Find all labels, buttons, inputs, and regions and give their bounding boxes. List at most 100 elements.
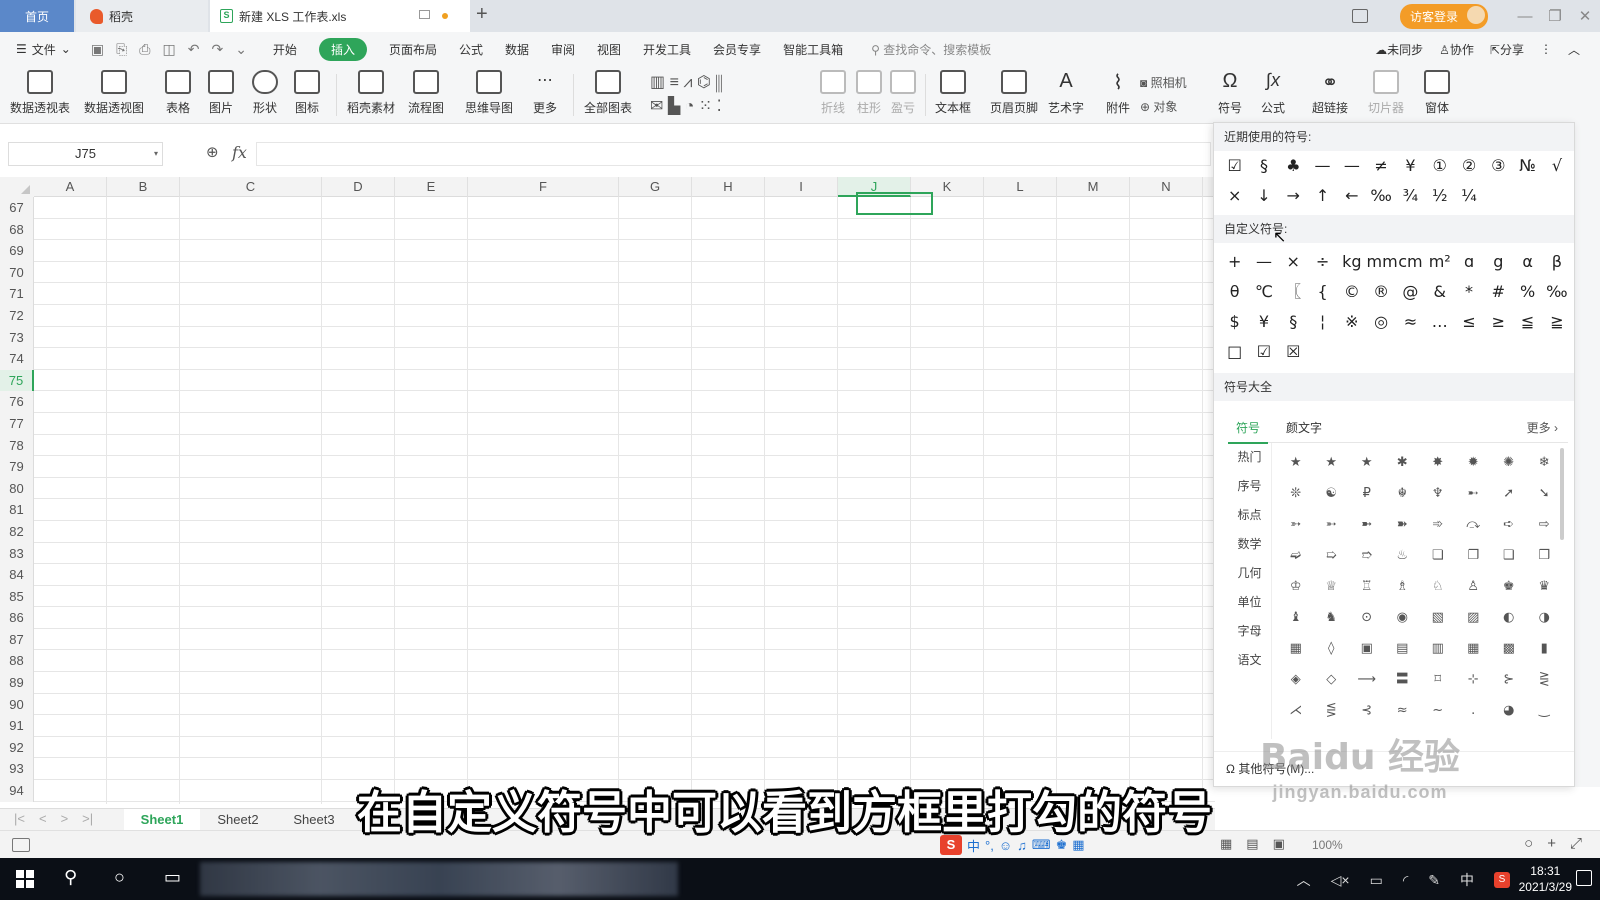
recent-symbol[interactable]: ① <box>1425 151 1454 181</box>
library-symbol[interactable]: ♕ <box>1314 571 1350 602</box>
library-symbol[interactable]: ☬ <box>1385 478 1421 509</box>
camera-button[interactable]: ◙ 照相机 <box>1140 76 1187 90</box>
library-symbol[interactable]: ➪ <box>1491 509 1527 540</box>
library-symbol[interactable]: ♝ <box>1278 602 1314 633</box>
sparkline-line-button[interactable]: 折线 <box>820 70 846 116</box>
menu-data[interactable]: 数据 <box>505 41 529 58</box>
formula-button[interactable]: ∫x 公式 <box>1260 70 1286 116</box>
library-symbol[interactable]: ♚ <box>1491 571 1527 602</box>
library-symbol[interactable]: ➱ <box>1349 540 1385 571</box>
custom-symbol[interactable]: ◎ <box>1366 307 1395 337</box>
row-header[interactable]: 84 <box>0 564 34 586</box>
custom-symbol[interactable]: ≤ <box>1454 307 1483 337</box>
hyperlink-button[interactable]: ⚭ 超链接 <box>1312 70 1348 116</box>
library-symbol[interactable]: ✱ <box>1385 447 1421 478</box>
task-view-icon[interactable]: ▭ <box>164 867 181 888</box>
visitor-login-button[interactable]: 访客登录 <box>1399 3 1488 29</box>
share-button[interactable]: ⇱分享 <box>1490 41 1524 58</box>
symbol-button[interactable]: Ω 符号 <box>1217 70 1243 116</box>
tab-document[interactable]: S 新建 XLS 工作表.xls <box>210 0 470 32</box>
symbol-category[interactable]: 标点 <box>1228 501 1271 530</box>
custom-symbol[interactable]: ¦ <box>1308 307 1337 337</box>
library-symbol[interactable]: ♞ <box>1314 602 1350 633</box>
custom-symbol[interactable]: © <box>1337 277 1366 307</box>
library-symbol[interactable]: ★ <box>1314 447 1350 478</box>
custom-symbol[interactable]: m² <box>1425 247 1454 277</box>
library-symbol[interactable]: ▮ <box>1527 633 1563 664</box>
recent-symbol[interactable]: ← <box>1337 181 1366 211</box>
formula-input[interactable] <box>256 142 1211 166</box>
custom-symbol[interactable]: { <box>1308 277 1337 307</box>
row-header[interactable]: 68 <box>0 218 34 241</box>
custom-symbol[interactable]: ☑ <box>1249 337 1278 367</box>
custom-symbol[interactable]: ≈ <box>1396 307 1425 337</box>
library-symbol[interactable]: . <box>1456 695 1492 726</box>
library-symbol[interactable]: ▤ <box>1385 633 1421 664</box>
row-header[interactable]: 71 <box>0 283 34 305</box>
sogou-tray-icon[interactable]: S <box>1494 872 1510 888</box>
recent-symbol[interactable]: — <box>1308 151 1337 181</box>
symbol-category[interactable]: 热门 <box>1228 443 1271 472</box>
library-symbol[interactable]: ⇨ <box>1527 509 1563 540</box>
custom-symbol[interactable]: ※ <box>1337 307 1366 337</box>
library-symbol[interactable]: ~ <box>1420 695 1456 726</box>
shape-button[interactable]: 形状 <box>252 70 278 116</box>
custom-symbol[interactable]: ‰ <box>1542 277 1571 307</box>
custom-symbol[interactable]: 〖 <box>1279 277 1308 307</box>
row-header[interactable]: 67 <box>0 197 34 219</box>
tab-home[interactable]: 首页 <box>0 0 74 32</box>
slicer-button[interactable]: 切片器 <box>1368 70 1404 116</box>
sparkline-column-button[interactable]: 柱形 <box>856 70 882 116</box>
recent-symbol[interactable]: ③ <box>1484 151 1513 181</box>
icon-button[interactable]: 图标 <box>294 70 320 116</box>
pivot-chart-button[interactable]: 数据透视图 <box>84 70 144 116</box>
recent-symbol[interactable]: ↑ <box>1308 181 1337 211</box>
library-symbol[interactable]: ✺ <box>1491 447 1527 478</box>
fullscreen-icon[interactable]: ⤢ <box>1570 835 1582 852</box>
custom-symbol[interactable]: § <box>1279 307 1308 337</box>
attachment-button[interactable]: ⌇ 附件 <box>1105 70 1131 116</box>
recent-symbol[interactable]: — <box>1337 151 1366 181</box>
customize-icon[interactable]: ⌄ <box>235 41 247 58</box>
library-symbol[interactable]: ▨ <box>1456 602 1492 633</box>
library-symbol[interactable]: ◉ <box>1385 602 1421 633</box>
select-all-corner[interactable] <box>0 177 34 197</box>
recent-symbol[interactable]: ≠ <box>1366 151 1395 181</box>
collab-button[interactable]: ♙协作 <box>1439 41 1474 58</box>
custom-symbol[interactable]: ☒ <box>1279 337 1308 367</box>
sheet-tab[interactable]: Sheet3 <box>276 809 352 831</box>
library-symbol[interactable]: ❐ <box>1456 540 1492 571</box>
menu-page-layout[interactable]: 页面布局 <box>389 41 437 58</box>
restore-icon[interactable]: ❐ <box>1540 7 1570 25</box>
tab-docer[interactable]: 稻壳 <box>76 0 208 32</box>
library-symbol[interactable]: ‿ <box>1527 695 1563 726</box>
row-header[interactable]: 89 <box>0 672 34 694</box>
custom-symbol[interactable]: & <box>1425 277 1454 307</box>
row-header[interactable]: 73 <box>0 326 34 349</box>
custom-symbol[interactable]: g <box>1484 247 1513 277</box>
object-button[interactable]: ⊕ 对象 <box>1140 100 1177 114</box>
row-header[interactable]: 91 <box>0 715 34 737</box>
custom-symbol[interactable]: + <box>1220 247 1249 277</box>
custom-symbol[interactable]: ɑ <box>1454 247 1483 277</box>
row-header[interactable]: 77 <box>0 412 34 435</box>
windows-start-icon[interactable] <box>16 870 34 888</box>
custom-symbol[interactable]: ® <box>1366 277 1395 307</box>
close-icon[interactable]: ✕ <box>1570 7 1600 25</box>
spreadsheet-grid[interactable]: ABCDEFGHIJKLMN 67 68 69 70 71 72 73 74 75 76 77 78 7… <box>0 177 1215 804</box>
search-icon[interactable]: ⚲ <box>64 867 77 888</box>
form-button[interactable]: 窗体 <box>1424 70 1450 116</box>
custom-symbol[interactable]: * <box>1454 277 1483 307</box>
recent-symbol[interactable]: № <box>1513 151 1542 181</box>
page-break-view-icon[interactable]: ▣ <box>1273 836 1285 852</box>
sheet-tab[interactable]: Sheet1 <box>124 809 200 831</box>
library-symbol[interactable]: ❄ <box>1527 447 1563 478</box>
library-symbol[interactable]: ⊹ <box>1456 664 1492 695</box>
menu-start[interactable]: 开始 <box>273 41 297 58</box>
row-header[interactable]: 94 <box>0 780 34 802</box>
row-header[interactable]: 76 <box>0 391 34 413</box>
library-symbol[interactable]: ♔ <box>1278 571 1314 602</box>
library-symbol[interactable]: ⋌ <box>1278 695 1314 726</box>
row-header[interactable]: 72 <box>0 304 34 327</box>
library-symbol[interactable]: ▦ <box>1278 633 1314 664</box>
